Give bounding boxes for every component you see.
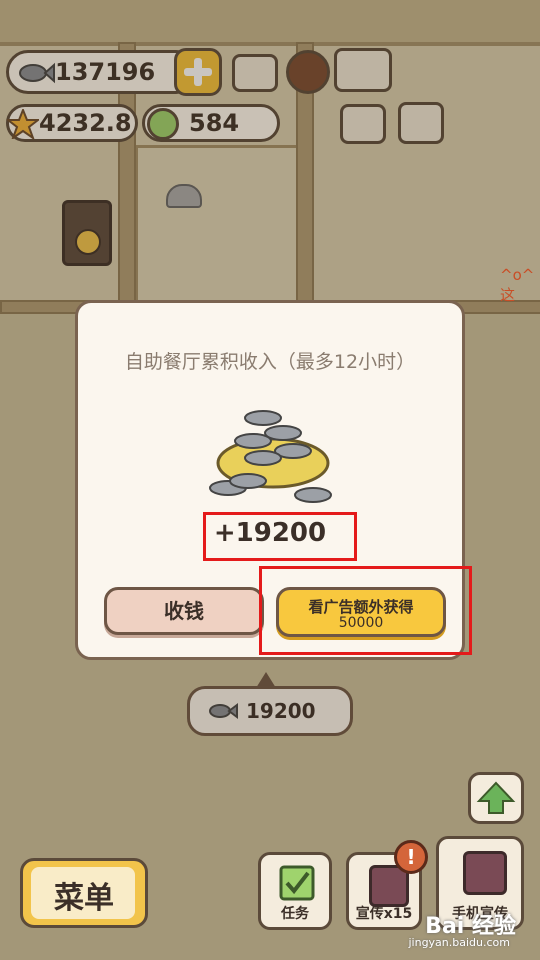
alert-icon: !: [394, 840, 428, 874]
up-arrow-icon: [476, 781, 516, 814]
fish-pile-icon: [209, 410, 332, 503]
scroll-up-button[interactable]: [468, 772, 524, 824]
tasks-label: 任务: [281, 906, 309, 922]
highlight-box: [259, 566, 472, 655]
highlight-box: [203, 512, 357, 561]
menu-label: 菜单: [54, 881, 114, 916]
promo-label: 宣传x15: [355, 906, 413, 922]
checklist-icon: [279, 865, 315, 901]
watermark-url: jingyan.baidu.com: [408, 936, 510, 949]
collect-button[interactable]: 收钱: [104, 587, 264, 635]
poster-icon: [463, 851, 507, 895]
tasks-button[interactable]: 任务: [258, 852, 332, 930]
dialog-title: 自助餐厅累积收入（最多12小时）: [124, 351, 416, 373]
menu-button[interactable]: 菜单: [20, 858, 148, 928]
